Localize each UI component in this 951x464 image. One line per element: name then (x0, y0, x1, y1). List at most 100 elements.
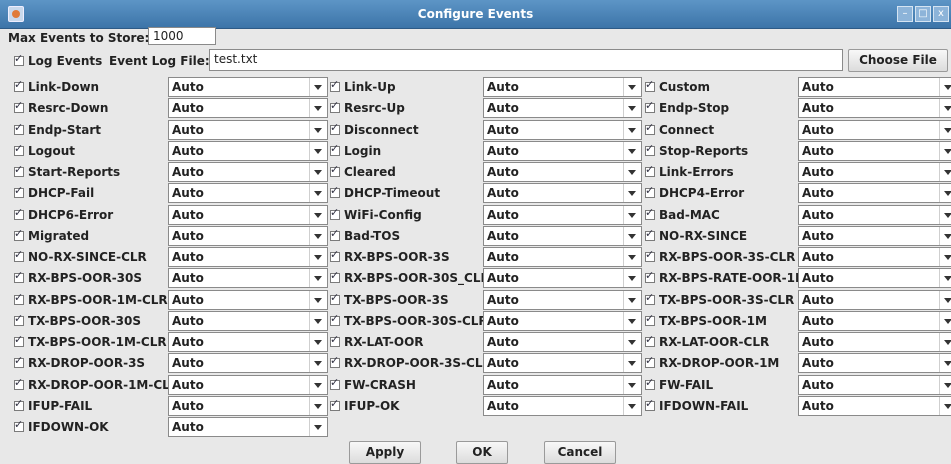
event-level-select[interactable]: Auto (483, 141, 642, 161)
dropdown-arrow-icon[interactable] (939, 248, 951, 266)
dropdown-arrow-icon[interactable] (623, 333, 641, 351)
event-checkbox[interactable]: Disconnect (330, 121, 419, 137)
checkbox-checked-icon[interactable] (14, 397, 24, 411)
checkbox-checked-icon[interactable] (645, 333, 655, 347)
dropdown-arrow-icon[interactable] (623, 312, 641, 330)
event-level-select[interactable]: Auto (168, 311, 328, 331)
event-checkbox[interactable]: TX-BPS-OOR-30S-CLR (330, 312, 488, 328)
event-level-select[interactable]: Auto (483, 353, 642, 373)
event-level-select[interactable]: Auto (168, 268, 328, 288)
event-level-select[interactable]: Auto (168, 417, 328, 437)
event-level-select[interactable]: Auto (798, 290, 951, 310)
event-level-select[interactable]: Auto (483, 77, 642, 97)
checkbox-checked-icon[interactable] (330, 397, 340, 411)
event-checkbox[interactable]: TX-BPS-OOR-1M (645, 312, 767, 328)
event-level-select[interactable]: Auto (168, 375, 328, 395)
event-level-select[interactable]: Auto (483, 396, 642, 416)
checkbox-checked-icon[interactable] (14, 376, 24, 390)
checkbox-checked-icon[interactable] (14, 248, 24, 262)
event-level-select[interactable]: Auto (798, 120, 951, 140)
event-level-select[interactable]: Auto (168, 247, 328, 267)
dropdown-arrow-icon[interactable] (939, 78, 951, 96)
event-level-select[interactable]: Auto (483, 205, 642, 225)
dropdown-arrow-icon[interactable] (309, 291, 327, 309)
checkbox-checked-icon[interactable] (645, 291, 655, 305)
dropdown-arrow-icon[interactable] (309, 354, 327, 372)
event-checkbox[interactable]: Link-Up (330, 78, 396, 94)
event-level-select[interactable]: Auto (798, 98, 951, 118)
maximize-button[interactable]: □ (915, 6, 931, 22)
checkbox-checked-icon[interactable] (645, 163, 655, 177)
event-checkbox[interactable]: Link-Down (14, 78, 99, 94)
event-checkbox[interactable]: RX-DROP-OOR-3S (14, 354, 145, 370)
checkbox-checked-icon[interactable] (645, 78, 655, 92)
checkbox-checked-icon[interactable] (330, 184, 340, 198)
event-checkbox[interactable]: Resrc-Up (330, 99, 405, 115)
dropdown-arrow-icon[interactable] (623, 99, 641, 117)
event-checkbox[interactable]: Custom (645, 78, 710, 94)
event-checkbox[interactable]: RX-LAT-OOR (330, 333, 424, 349)
event-level-select[interactable]: Auto (168, 396, 328, 416)
event-checkbox[interactable]: Logout (14, 142, 75, 158)
event-checkbox[interactable]: FW-CRASH (330, 376, 416, 392)
dropdown-arrow-icon[interactable] (939, 227, 951, 245)
cancel-button[interactable]: Cancel (544, 441, 616, 464)
event-checkbox[interactable]: IFUP-FAIL (14, 397, 92, 413)
dropdown-arrow-icon[interactable] (939, 206, 951, 224)
event-checkbox[interactable]: IFUP-OK (330, 397, 399, 413)
checkbox-checked-icon[interactable] (14, 99, 24, 113)
checkbox-checked-icon[interactable] (14, 163, 24, 177)
ok-button[interactable]: OK (456, 441, 508, 464)
max-events-input[interactable]: 1000 (148, 27, 216, 45)
event-checkbox[interactable]: TX-BPS-OOR-1M-CLR (14, 333, 167, 349)
event-level-select[interactable]: Auto (483, 183, 642, 203)
checkbox-checked-icon[interactable] (14, 184, 24, 198)
dropdown-arrow-icon[interactable] (309, 121, 327, 139)
checkbox-checked-icon[interactable] (645, 184, 655, 198)
dropdown-arrow-icon[interactable] (623, 142, 641, 160)
checkbox-checked-icon[interactable] (645, 142, 655, 156)
checkbox-checked-icon[interactable] (645, 227, 655, 241)
event-level-select[interactable]: Auto (168, 162, 328, 182)
event-checkbox[interactable]: DHCP-Fail (14, 184, 94, 200)
event-level-select[interactable]: Auto (168, 226, 328, 246)
dropdown-arrow-icon[interactable] (623, 269, 641, 287)
checkbox-checked-icon[interactable] (330, 121, 340, 135)
dropdown-arrow-icon[interactable] (309, 142, 327, 160)
checkbox-checked-icon[interactable] (330, 354, 340, 368)
event-level-select[interactable]: Auto (798, 353, 951, 373)
event-level-select[interactable]: Auto (168, 98, 328, 118)
checkbox-checked-icon[interactable] (645, 99, 655, 113)
event-checkbox[interactable]: IFDOWN-OK (14, 418, 109, 434)
event-checkbox[interactable]: RX-BPS-RATE-OOR-1M (645, 269, 807, 285)
event-level-select[interactable]: Auto (168, 205, 328, 225)
checkbox-checked-icon[interactable] (14, 142, 24, 156)
event-level-select[interactable]: Auto (798, 396, 951, 416)
event-checkbox[interactable]: Endp-Start (14, 121, 101, 137)
event-checkbox[interactable]: RX-DROP-OOR-3S-CLR (330, 354, 492, 370)
dropdown-arrow-icon[interactable] (623, 184, 641, 202)
dropdown-arrow-icon[interactable] (623, 163, 641, 181)
event-checkbox[interactable]: Endp-Stop (645, 99, 729, 115)
event-checkbox[interactable]: TX-BPS-OOR-3S (330, 291, 449, 307)
event-checkbox[interactable]: Connect (645, 121, 714, 137)
event-checkbox[interactable]: RX-DROP-OOR-1M (645, 354, 779, 370)
event-level-select[interactable]: Auto (168, 290, 328, 310)
checkbox-checked-icon[interactable] (645, 397, 655, 411)
event-level-select[interactable]: Auto (168, 353, 328, 373)
event-checkbox[interactable]: RX-LAT-OOR-CLR (645, 333, 769, 349)
event-checkbox[interactable]: RX-BPS-OOR-3S (330, 248, 450, 264)
checkbox-checked-icon[interactable] (330, 227, 340, 241)
close-button[interactable]: x (933, 6, 949, 22)
checkbox-checked-icon[interactable] (14, 227, 24, 241)
event-level-select[interactable]: Auto (483, 120, 642, 140)
event-checkbox[interactable]: Migrated (14, 227, 89, 243)
dropdown-arrow-icon[interactable] (309, 78, 327, 96)
log-events-checkbox[interactable]: Log Events (14, 52, 102, 68)
event-checkbox[interactable]: Stop-Reports (645, 142, 748, 158)
event-level-select[interactable]: Auto (483, 311, 642, 331)
event-checkbox[interactable]: DHCP4-Error (645, 184, 744, 200)
event-level-select[interactable]: Auto (798, 77, 951, 97)
checkbox-checked-icon[interactable] (14, 312, 24, 326)
checkbox-checked-icon[interactable] (330, 206, 340, 220)
